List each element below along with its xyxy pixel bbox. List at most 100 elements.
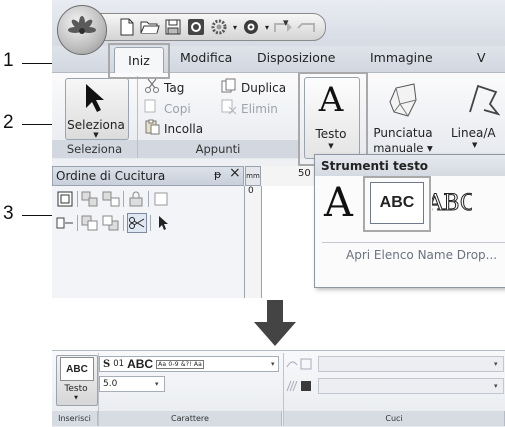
customize-quick-access-icon[interactable]: ▾ <box>283 16 289 29</box>
line-stitch-icon[interactable] <box>286 356 316 375</box>
duplica-button[interactable]: Duplica <box>221 78 286 97</box>
incolla-label: Incolla <box>164 121 204 136</box>
callout-3: 3 <box>3 203 14 224</box>
bottom-testo-label: Testo <box>64 384 88 394</box>
line-sew-dropdown-icon[interactable]: ▾ <box>494 360 498 368</box>
redo-icon[interactable] <box>295 16 317 38</box>
punciatua-label[interactable]: Punciatua <box>370 126 436 140</box>
fill-stitch-icon[interactable] <box>286 378 316 397</box>
manual-punch-icon[interactable] <box>386 82 420 122</box>
delete-icon <box>221 99 237 118</box>
line-area-icon[interactable] <box>464 82 501 122</box>
vertical-ruler <box>245 186 262 298</box>
quick-access-toolbar: ▾ ▾ <box>97 13 326 41</box>
scissors-icon <box>144 78 160 97</box>
punciatua-manuale-label[interactable]: manuale ▾ <box>370 141 436 155</box>
copia-button[interactable]: Copi <box>144 99 191 118</box>
thread-spool-dropdown-icon[interactable]: ▾ <box>263 16 271 38</box>
font-select[interactable]: S 01 ABC Aa 0-9 &?! Aa <box>99 356 279 372</box>
bottom-testo-dropdown-icon[interactable]: ▼ <box>56 395 96 401</box>
toolbar-divider <box>123 191 124 207</box>
gear-settings-dropdown-icon[interactable]: ▾ <box>231 16 239 38</box>
frame-icon[interactable] <box>152 190 170 208</box>
tag-label: Tag <box>164 80 185 95</box>
monogram-glyphs: ABC <box>432 191 472 216</box>
tab-immagine[interactable]: Immagine <box>370 50 433 65</box>
order-up-icon[interactable] <box>81 214 99 232</box>
linea-dropdown-icon[interactable]: ▼ <box>472 141 477 149</box>
copia-label: Copi <box>164 101 191 116</box>
lock-icon[interactable] <box>127 190 145 208</box>
tab-partial[interactable]: V <box>477 50 486 65</box>
group-label-inserisci: Inserisci <box>52 411 98 426</box>
font-preview: Aa 0-9 &?! Aa <box>156 359 205 369</box>
ruler-mark-0: 0 <box>248 186 254 196</box>
thread-spool-icon[interactable] <box>240 16 262 38</box>
callout-1: 1 <box>3 50 14 71</box>
toolbar-divider <box>123 215 124 231</box>
group-label-appunti: Appunti <box>138 140 299 158</box>
font-sample: ABC <box>127 357 154 371</box>
application-window: ▾ ▾ ▾ Iniz Modifica Disposizione Immagin… <box>52 0 505 298</box>
transition-arrow-icon <box>254 300 296 352</box>
pin-icon[interactable]: ᵽ <box>214 168 221 181</box>
popup-title: Strumenti testo <box>315 155 505 176</box>
select-pointer-icon[interactable] <box>154 214 172 232</box>
group-label-seleziona: Seleziona <box>52 140 138 158</box>
tab-modifica[interactable]: Modifica <box>180 50 232 65</box>
save-icon[interactable] <box>162 16 184 38</box>
incolla-button[interactable]: Incolla <box>144 119 203 138</box>
size-dropdown-icon[interactable]: ▾ <box>155 380 159 388</box>
order-down-icon[interactable] <box>102 214 120 232</box>
monogram-icon: ABC <box>426 191 477 217</box>
line-sew-select[interactable] <box>318 356 504 372</box>
group-label-cuci: Cuci <box>284 411 505 426</box>
font-dropdown-icon[interactable]: ▾ <box>271 360 275 368</box>
group-label-carattere: Carattere <box>99 411 282 426</box>
fill-sew-select[interactable] <box>318 378 504 394</box>
font-number: 01 <box>113 359 125 369</box>
tab-disposizione[interactable]: Disposizione <box>257 50 335 65</box>
toolbar-divider <box>77 215 78 231</box>
callout-3-highlight <box>363 176 431 232</box>
seleziona-label: Seleziona <box>67 118 125 132</box>
toolbar-divider <box>150 215 151 231</box>
group-items-icon[interactable] <box>81 190 99 208</box>
copy-icon <box>144 99 160 118</box>
open-name-drop-list[interactable]: Apri Elenco Name Drop... <box>322 242 505 266</box>
text-glyph-tool[interactable]: A <box>324 180 353 226</box>
paste-icon <box>144 119 160 138</box>
callout-2-highlight <box>298 72 368 166</box>
ruler-unit: mm <box>245 166 261 186</box>
ruler-mark-50: 50 <box>298 168 311 179</box>
monogram-tool-button[interactable]: ABC <box>426 182 477 226</box>
panel-toolbar-row-2 <box>56 213 172 233</box>
flower-icon <box>68 16 96 34</box>
cut-scissors-icon[interactable] <box>127 213 147 233</box>
fill-sew-dropdown-icon[interactable]: ▾ <box>494 382 498 390</box>
record-icon[interactable] <box>185 16 207 38</box>
toolbar-divider <box>148 191 149 207</box>
elimina-button[interactable]: Elimin <box>221 99 278 118</box>
abc-text-icon: ABC <box>60 357 94 381</box>
new-file-icon[interactable] <box>116 16 138 38</box>
ungroup-items-icon[interactable] <box>102 190 120 208</box>
move-to-front-icon[interactable] <box>56 214 74 232</box>
toolbar-divider <box>77 191 78 207</box>
callout-2: 2 <box>3 112 14 133</box>
elimina-label: Elimin <box>241 101 278 116</box>
duplica-label: Duplica <box>241 80 287 95</box>
callout-1-highlight <box>108 43 170 79</box>
close-icon[interactable]: × <box>229 165 241 181</box>
panel-toolbar-row-1 <box>56 190 170 208</box>
seleziona-dropdown-icon[interactable]: ▼ <box>66 131 126 139</box>
font-code: S <box>103 358 111 370</box>
fit-view-icon[interactable] <box>56 190 74 208</box>
linea-label[interactable]: Linea/A <box>451 126 496 140</box>
tag-button[interactable]: Tag <box>144 78 184 97</box>
gear-settings-icon[interactable] <box>208 16 230 38</box>
arrow-pointer-icon <box>82 82 110 118</box>
application-menu-button[interactable] <box>57 5 107 55</box>
open-folder-icon[interactable] <box>139 16 161 38</box>
duplicate-icon <box>221 78 237 97</box>
